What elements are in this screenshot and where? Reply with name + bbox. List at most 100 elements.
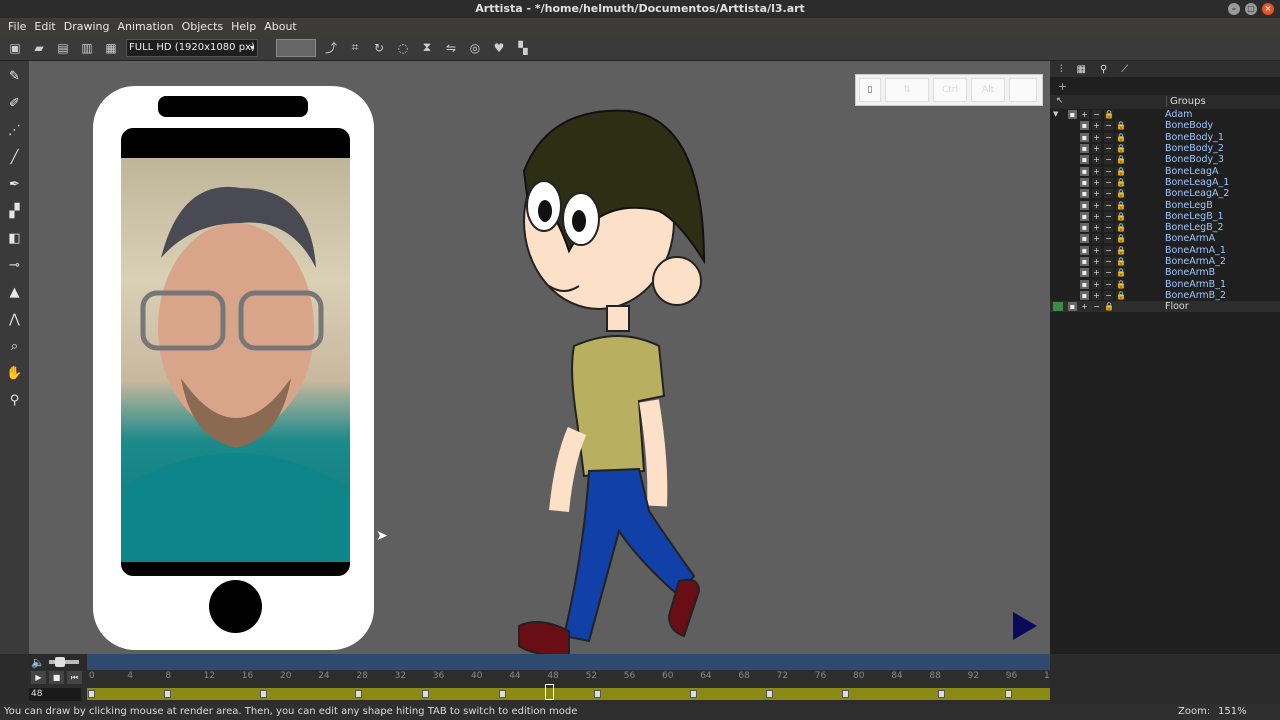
- layer-row[interactable]: ▪ + − 🔒 BoneLegB: [1050, 199, 1280, 211]
- menu-about[interactable]: About: [260, 18, 301, 35]
- keyframe[interactable]: [842, 690, 850, 698]
- add-icon[interactable]: +: [1092, 223, 1101, 233]
- visibility-icon[interactable]: ▪: [1080, 245, 1089, 255]
- remove-icon[interactable]: −: [1104, 211, 1113, 221]
- rotate-icon[interactable]: ↻: [370, 39, 388, 57]
- lock-icon[interactable]: 🔒: [1116, 223, 1126, 233]
- flip-icon[interactable]: ⧗: [418, 39, 436, 57]
- visibility-icon[interactable]: ▪: [1080, 268, 1089, 278]
- remove-icon[interactable]: −: [1104, 268, 1113, 278]
- remove-icon[interactable]: −: [1104, 290, 1113, 300]
- group-icon[interactable]: ▚: [514, 39, 532, 57]
- brush-tool-icon[interactable]: ✐: [4, 92, 26, 114]
- bone-tool-icon[interactable]: ⚲: [4, 389, 26, 411]
- sliders-tab-icon[interactable]: ⫶: [1060, 64, 1063, 75]
- boolean-icon[interactable]: ◎: [466, 39, 484, 57]
- menu-help[interactable]: Help: [227, 18, 260, 35]
- volume-knob[interactable]: [54, 657, 65, 667]
- bezier-tool-icon[interactable]: ⤴: [322, 39, 340, 57]
- remove-icon[interactable]: −: [1104, 200, 1113, 210]
- menu-edit[interactable]: Edit: [30, 18, 59, 35]
- remove-icon[interactable]: −: [1092, 110, 1101, 120]
- add-icon[interactable]: +: [1080, 302, 1089, 312]
- visibility-icon[interactable]: ▪: [1080, 121, 1089, 131]
- transform-icon[interactable]: ⌗: [346, 39, 364, 57]
- lock-icon[interactable]: 🔒: [1116, 189, 1126, 199]
- layer-color-swatch[interactable]: [1053, 302, 1063, 312]
- bucket-tool-icon[interactable]: ▞: [4, 200, 26, 222]
- keyframe[interactable]: [88, 690, 95, 698]
- layer-row[interactable]: ▪ + − 🔒 BoneArmB_1: [1050, 278, 1280, 290]
- lock-icon[interactable]: 🔒: [1104, 302, 1114, 312]
- rewind-button[interactable]: ⏮: [67, 671, 82, 684]
- lock-icon[interactable]: 🔒: [1116, 121, 1126, 131]
- add-icon[interactable]: +: [1092, 132, 1101, 142]
- visibility-icon[interactable]: ▪: [1080, 290, 1089, 300]
- visibility-icon[interactable]: ▪: [1080, 132, 1089, 142]
- menu-drawing[interactable]: Drawing: [60, 18, 114, 35]
- keyframe[interactable]: [259, 690, 267, 698]
- layer-row[interactable]: ▪ + − 🔒 BoneLeagA_2: [1050, 188, 1280, 199]
- lock-icon[interactable]: 🔒: [1116, 144, 1126, 154]
- layer-row[interactable]: ▪ + − 🔒 BoneArmA_1: [1050, 245, 1280, 256]
- keyframe[interactable]: [498, 690, 506, 698]
- remove-icon[interactable]: −: [1104, 144, 1113, 154]
- add-icon[interactable]: +: [1092, 268, 1101, 278]
- current-frame-field[interactable]: 48: [29, 688, 81, 701]
- add-layer-icon[interactable]: +: [1058, 80, 1067, 93]
- keyframe-track[interactable]: [87, 684, 1050, 700]
- remove-icon[interactable]: −: [1104, 234, 1113, 244]
- visibility-icon[interactable]: ▪: [1080, 166, 1089, 176]
- layer-row[interactable]: ▼ ▪ + − 🔒 Adam: [1050, 109, 1280, 120]
- save-icon[interactable]: ▤: [54, 39, 72, 57]
- visibility-icon[interactable]: ▪: [1080, 200, 1089, 210]
- keyframe[interactable]: [422, 690, 430, 698]
- keyframe[interactable]: [594, 690, 602, 698]
- layer-row[interactable]: ▪ + − 🔒 BoneArmB: [1050, 267, 1280, 278]
- play-button[interactable]: ▶: [31, 671, 46, 684]
- eraser-tool-icon[interactable]: ◧: [4, 227, 26, 249]
- remove-icon[interactable]: −: [1104, 155, 1113, 165]
- lock-icon[interactable]: 🔒: [1116, 234, 1126, 244]
- save-as-icon[interactable]: ▥: [78, 39, 96, 57]
- add-icon[interactable]: +: [1092, 166, 1101, 176]
- add-icon[interactable]: +: [1092, 279, 1101, 289]
- remove-icon[interactable]: −: [1104, 279, 1113, 289]
- lock-icon[interactable]: 🔒: [1116, 200, 1126, 210]
- visibility-icon[interactable]: ▪: [1080, 177, 1089, 187]
- pin-tab-icon[interactable]: ⚲: [1100, 64, 1107, 75]
- visibility-icon[interactable]: ▪: [1080, 155, 1089, 165]
- add-icon[interactable]: +: [1092, 200, 1101, 210]
- color-swatch[interactable]: [276, 38, 316, 57]
- shapes-tool-icon[interactable]: ▲: [4, 281, 26, 303]
- menu-file[interactable]: File: [4, 18, 30, 35]
- remove-icon[interactable]: −: [1104, 223, 1113, 233]
- eyedropper-tool-icon[interactable]: ⊸: [4, 254, 26, 276]
- add-icon[interactable]: +: [1092, 189, 1101, 199]
- remove-icon[interactable]: −: [1104, 245, 1113, 255]
- layer-row[interactable]: ▪ + − 🔒 BoneArmA: [1050, 233, 1280, 244]
- layer-row[interactable]: ▪ + − 🔒 Floor: [1050, 301, 1280, 313]
- lock-icon[interactable]: 🔒: [1116, 155, 1126, 165]
- remove-icon[interactable]: −: [1104, 121, 1113, 131]
- remove-icon[interactable]: −: [1104, 257, 1113, 266]
- lock-icon[interactable]: 🔒: [1116, 177, 1126, 187]
- keyframe[interactable]: [164, 690, 172, 698]
- add-icon[interactable]: +: [1092, 211, 1101, 221]
- bone-tab-icon[interactable]: ⟋: [1121, 64, 1128, 75]
- pen-tool-icon[interactable]: ✒: [4, 173, 26, 195]
- visibility-icon[interactable]: ▪: [1080, 189, 1089, 199]
- lock-icon[interactable]: 🔒: [1104, 110, 1114, 120]
- render-area[interactable]: ▯ ⇅ Ctrl Alt ➤: [29, 61, 1050, 654]
- close-button[interactable]: ×: [1262, 3, 1274, 15]
- remove-icon[interactable]: −: [1092, 302, 1101, 312]
- marker-tool-icon[interactable]: ╱: [4, 146, 26, 168]
- lock-icon[interactable]: 🔒: [1116, 268, 1126, 278]
- add-icon[interactable]: +: [1092, 177, 1101, 187]
- add-icon[interactable]: +: [1092, 144, 1101, 154]
- export-icon[interactable]: ▦: [102, 39, 120, 57]
- add-icon[interactable]: +: [1092, 290, 1101, 300]
- layer-row[interactable]: ▪ + − 🔒 BoneBody_1: [1050, 132, 1280, 143]
- visibility-icon[interactable]: ▪: [1080, 234, 1089, 244]
- lock-icon[interactable]: 🔒: [1116, 257, 1126, 266]
